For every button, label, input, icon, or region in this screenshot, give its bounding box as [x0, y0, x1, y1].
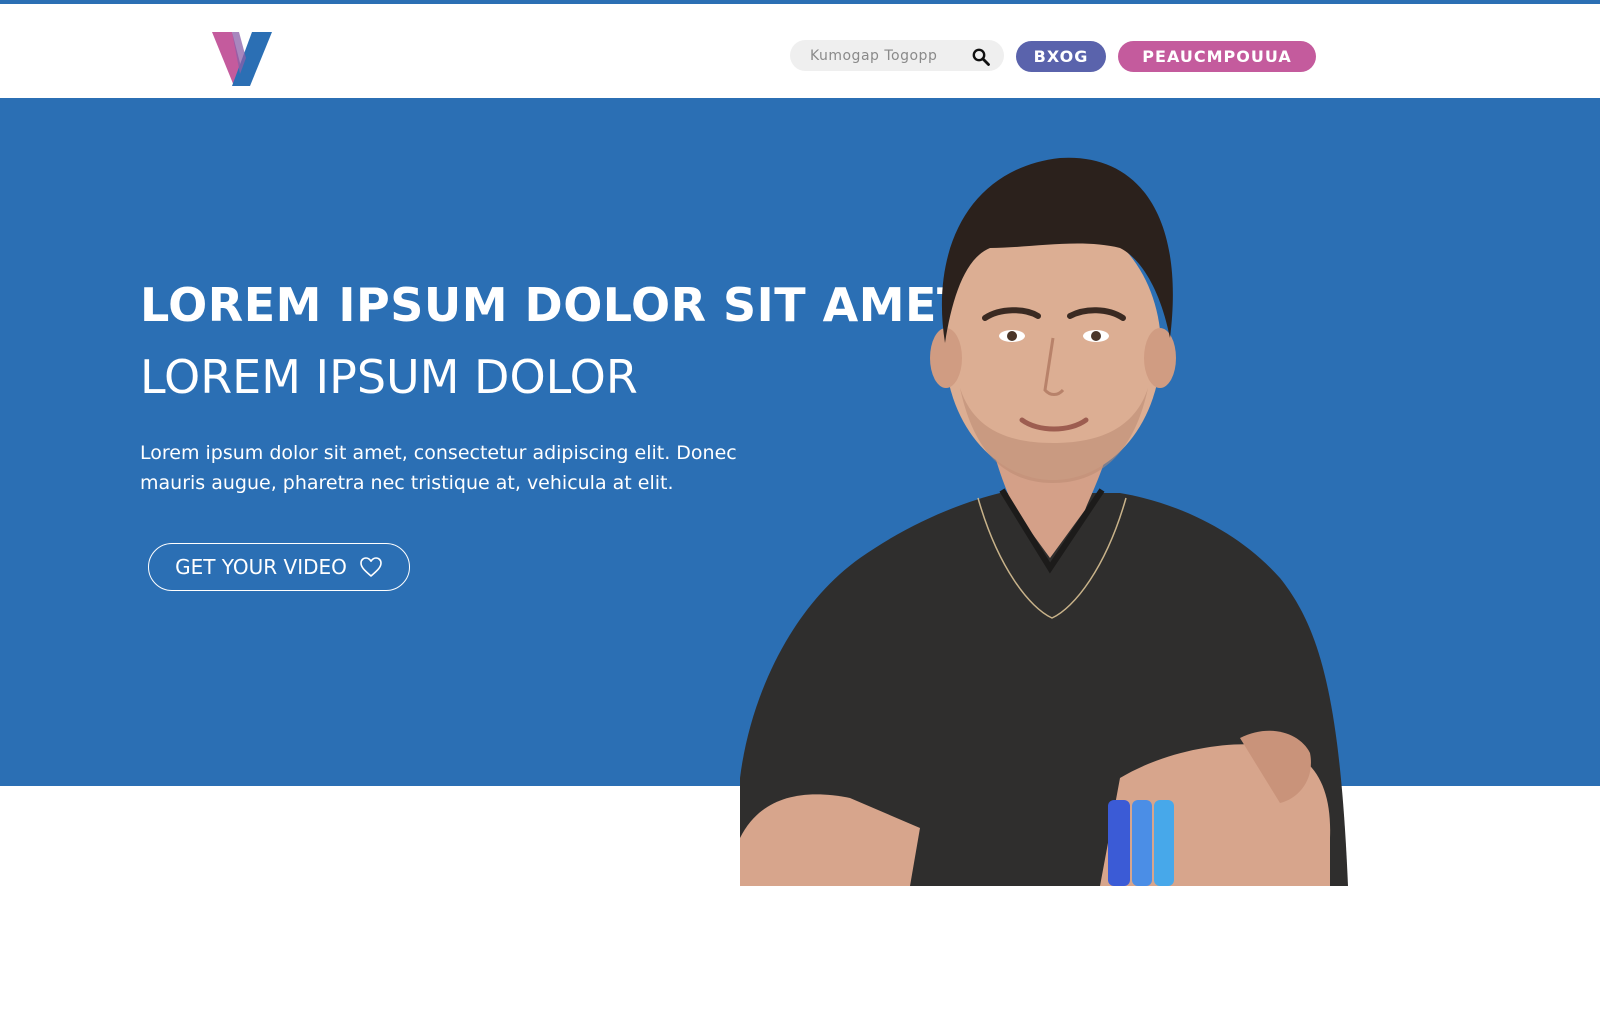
- navbar: BXOG PEAUCMPOUUA: [0, 4, 1600, 98]
- logo-icon[interactable]: [212, 28, 274, 90]
- hero-person-image: [740, 157, 1348, 886]
- login-button[interactable]: BXOG: [1016, 41, 1106, 72]
- get-video-button[interactable]: GET YOUR VIDEO: [148, 543, 410, 591]
- hero-subtitle: LOREM IPSUM DOLOR: [140, 350, 638, 404]
- search-icon[interactable]: [972, 48, 990, 66]
- hero-banner: LOREM IPSUM DOLOR SIT AMET LOREM IPSUM D…: [0, 98, 1600, 886]
- heart-icon: [360, 557, 382, 577]
- hero-description: Lorem ipsum dolor sit amet, consectetur …: [140, 442, 737, 494]
- register-button[interactable]: PEAUCMPOUUA: [1118, 41, 1316, 72]
- get-video-label: GET YOUR VIDEO: [175, 555, 347, 579]
- search-input[interactable]: [790, 40, 960, 71]
